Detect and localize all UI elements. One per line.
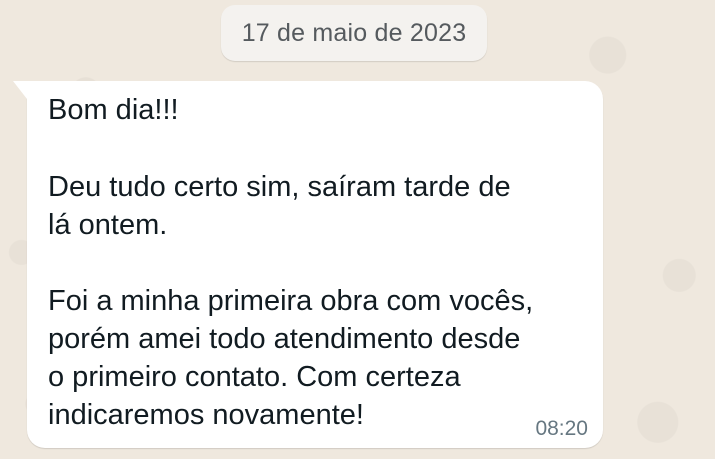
- message-line: indicaremos novamente!: [48, 399, 364, 431]
- incoming-message-bubble[interactable]: Bom dia!!! Deu tudo certo sim, saíram ta…: [13, 81, 603, 448]
- message-line: Bom dia!!!: [48, 94, 179, 126]
- message-line: porém amei todo atendimento desde: [48, 323, 521, 355]
- message-timestamp: 08:20: [535, 417, 588, 440]
- bubble-tail: [13, 81, 27, 99]
- date-separator: 17 de maio de 2023: [221, 5, 487, 61]
- message-line: Deu tudo certo sim, saíram tarde de: [48, 171, 511, 203]
- message-line: lá ontem.: [48, 209, 168, 241]
- message-line: o primeiro contato. Com certeza: [48, 361, 461, 393]
- message-line: Foi a minha primeira obra com vocês,: [48, 285, 534, 317]
